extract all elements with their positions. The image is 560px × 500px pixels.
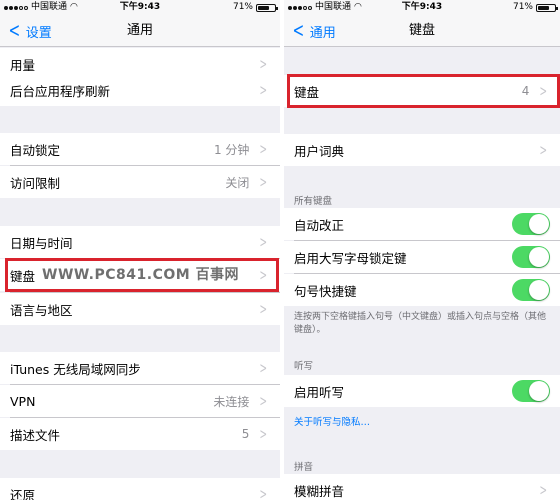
status-bar: 中国联通 ◠ 下午9:43 71% xyxy=(0,0,280,15)
row-auto-correct: 自动改正 xyxy=(284,208,560,240)
section-header-all-keyboards: 所有键盘 xyxy=(294,196,333,207)
row-label: 模糊拼音 xyxy=(294,483,345,499)
row-label: 自动锁定 xyxy=(10,142,61,158)
row-enable-dictation: 启用听写 xyxy=(284,375,560,407)
toggle-knob xyxy=(529,214,549,234)
row-value: 1 分钟 xyxy=(213,142,250,157)
dictation-privacy-link[interactable]: 关于听写与隐私… xyxy=(294,414,370,428)
row-fuzzy-pinyin[interactable]: 模糊拼音 > xyxy=(284,474,560,500)
row-period-shortcut: 句号快捷键 xyxy=(284,274,560,306)
toggle-knob xyxy=(529,247,549,267)
row-label: 句号快捷键 xyxy=(294,283,357,299)
chevron-right-icon: > xyxy=(259,233,268,251)
status-bar: 中国联通 ◠ 下午9:43 71% xyxy=(284,0,560,15)
chevron-right-icon: > xyxy=(539,481,548,499)
row-label: 后台应用程序刷新 xyxy=(10,83,111,99)
row-vpn[interactable]: VPN 未连接 > xyxy=(0,385,280,417)
chevron-right-icon: > xyxy=(259,359,268,377)
battery-percent: 71% xyxy=(512,2,533,12)
row-label: 启用大写字母锁定键 xyxy=(294,250,407,266)
row-caps-lock: 启用大写字母锁定键 xyxy=(284,241,560,273)
row-label: 还原 xyxy=(10,487,36,500)
watermark-text: WWW.PC841.COM 百事网 xyxy=(42,267,240,283)
row-value: 关闭 xyxy=(225,175,250,190)
row-language-region[interactable]: 语言与地区 > xyxy=(0,293,280,325)
general-settings-screen: 中国联通 ◠ 下午9:43 71% < 设置 通用 用量 > 后台应用程序刷新 … xyxy=(0,0,280,500)
screen: 中国联通 ◠ 下午9:43 71% < 设置 通用 用量 > 后台应用程序刷新 … xyxy=(0,0,560,500)
navigation-bar: < 设置 通用 xyxy=(0,15,280,47)
row-background-refresh[interactable]: 后台应用程序刷新 > xyxy=(0,74,280,106)
row-label: 日期与时间 xyxy=(10,235,73,251)
chevron-right-icon: > xyxy=(259,485,268,500)
row-label: 描述文件 xyxy=(10,427,61,443)
caps-lock-toggle[interactable] xyxy=(512,246,550,268)
period-shortcut-note: 连按两下空格键插入句号（中文键盘）或插入句点与空格（其他键盘）。 xyxy=(294,312,547,335)
row-reset[interactable]: 还原 > xyxy=(0,478,280,500)
row-label: 访问限制 xyxy=(10,175,61,191)
toggle-knob xyxy=(529,280,549,300)
auto-correct-toggle[interactable] xyxy=(512,213,550,235)
battery-fill xyxy=(258,5,270,10)
chevron-right-icon: > xyxy=(259,81,268,99)
row-label: 启用听写 xyxy=(294,384,345,400)
chevron-right-icon: > xyxy=(259,173,268,191)
row-label: 键盘 xyxy=(294,84,320,100)
battery-icon xyxy=(256,3,278,12)
navigation-bar: < 通用 键盘 xyxy=(284,15,560,47)
chevron-right-icon: > xyxy=(539,141,548,159)
battery-fill xyxy=(538,5,550,10)
chevron-right-icon: > xyxy=(259,425,268,443)
dictation-toggle[interactable] xyxy=(512,380,550,402)
row-label: iTunes 无线局域网同步 xyxy=(10,361,141,377)
chevron-right-icon: > xyxy=(539,82,548,100)
row-label: VPN xyxy=(10,393,36,409)
battery-icon xyxy=(536,3,558,12)
row-label: 用量 xyxy=(10,57,36,73)
row-value: 5 xyxy=(241,427,250,441)
row-user-dictionary[interactable]: 用户词典 > xyxy=(284,134,560,166)
row-label: 自动改正 xyxy=(294,217,345,233)
page-title: 键盘 xyxy=(408,23,435,38)
row-auto-lock[interactable]: 自动锁定 1 分钟 > xyxy=(0,133,280,165)
keyboard-settings-screen: 中国联通 ◠ 下午9:43 71% < 通用 键盘 键盘 4 > 用户词典 > … xyxy=(284,0,560,500)
toggle-knob xyxy=(529,381,549,401)
chevron-right-icon: > xyxy=(259,55,268,73)
row-value: 4 xyxy=(521,84,530,98)
row-itunes-wifi-sync[interactable]: iTunes 无线局域网同步 > xyxy=(0,352,280,384)
row-value: 未连接 xyxy=(213,394,250,409)
row-keyboards[interactable]: 键盘 4 > xyxy=(284,75,560,107)
row-label: 用户词典 xyxy=(294,143,345,159)
chevron-right-icon: > xyxy=(259,392,268,410)
section-header-dictation: 听写 xyxy=(294,361,314,372)
row-date-time[interactable]: 日期与时间 > xyxy=(0,226,280,258)
chevron-right-icon: > xyxy=(259,300,268,318)
row-label: 语言与地区 xyxy=(10,302,73,318)
chevron-right-icon: > xyxy=(259,140,268,158)
row-restrictions[interactable]: 访问限制 关闭 > xyxy=(0,166,280,198)
battery-percent: 71% xyxy=(232,2,253,12)
period-shortcut-toggle[interactable] xyxy=(512,279,550,301)
section-header-pinyin: 拼音 xyxy=(294,462,314,473)
chevron-right-icon: > xyxy=(259,266,268,284)
row-profiles[interactable]: 描述文件 5 > xyxy=(0,418,280,450)
page-title: 通用 xyxy=(126,23,153,38)
